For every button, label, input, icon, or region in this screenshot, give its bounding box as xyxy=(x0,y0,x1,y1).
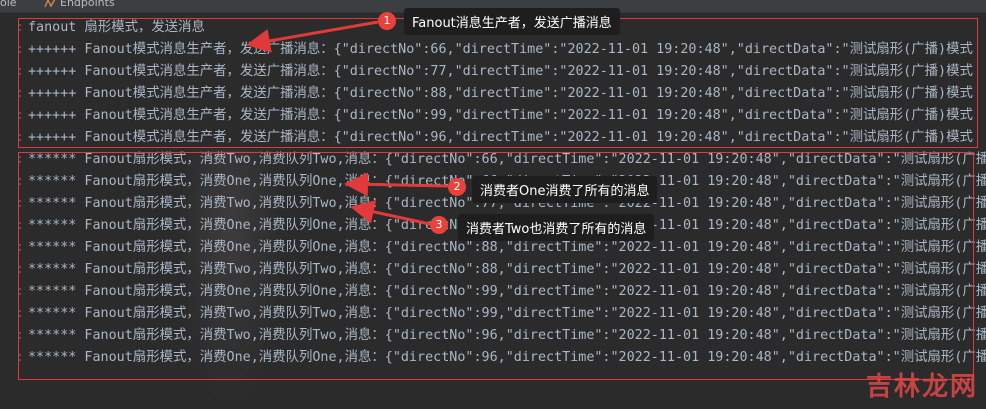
watermark-text: 吉林龙网 xyxy=(865,372,978,402)
tab-endpoints-label: Endpoints xyxy=(60,0,115,9)
endpoints-icon xyxy=(44,0,56,8)
annotation-callout-2: 消费者One消费了所有的消息 xyxy=(472,176,658,203)
site-watermark: 吉林龙网 xyxy=(866,366,978,403)
annotation-number-3: 3 xyxy=(430,216,448,234)
annotation-number-2: 2 xyxy=(448,178,466,196)
tab-endpoints[interactable]: Endpoints xyxy=(44,0,115,9)
tab-console[interactable]: ole xyxy=(0,0,17,9)
annotation-number-1: 1 xyxy=(378,12,396,30)
annotation-callout-1: Fanout消息生产者，发送广播消息 xyxy=(404,8,620,35)
annotation-callout-3: 消费者Two也消费了所有的消息 xyxy=(458,214,655,241)
producer-highlight-box xyxy=(18,18,978,148)
